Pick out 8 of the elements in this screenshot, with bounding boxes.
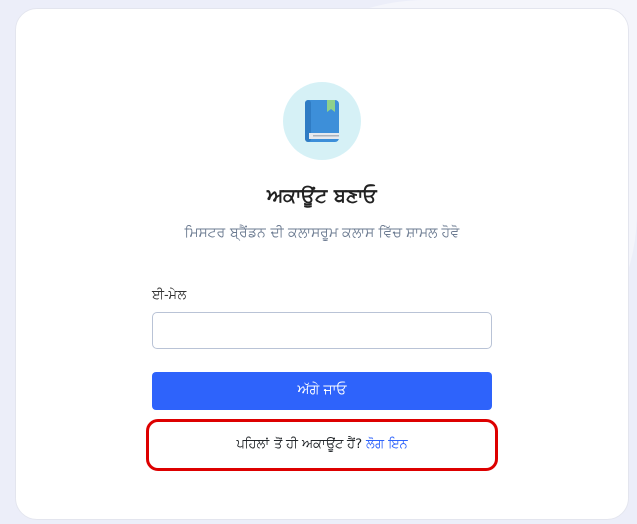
subtitle: ਮਿਸਟਰ ਬ੍ਰੈਂਡਨ ਦੀ ਕਲਾਸਰੂਮ ਕਲਾਸ ਵਿੱਚ ਸ਼ਾਮਲ ਹੋਵੋ [184, 224, 460, 243]
login-link[interactable]: ਲੋਗ ਇਨ [366, 434, 408, 454]
login-prompt: ਪਹਿਲਾਂ ਤੋਂ ਹੀ ਅਕਾਊਂਟ ਹੈਂ? [236, 435, 362, 454]
email-field[interactable] [152, 312, 492, 348]
book-icon [305, 100, 339, 142]
email-label: ਈ-ਮੇਲ [152, 286, 187, 304]
continue-button[interactable]: ਅੱਗੇ ਜਾਓ [152, 372, 492, 410]
page-title: ਅਕਾਊਂਟ ਬਣਾਓ [267, 183, 377, 210]
